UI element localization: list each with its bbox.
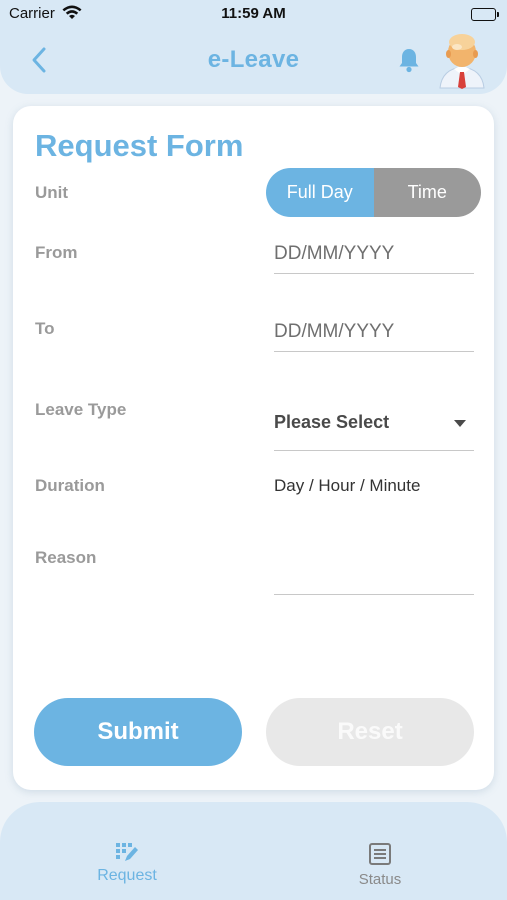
- user-avatar-icon: [439, 34, 485, 89]
- avatar[interactable]: [436, 33, 488, 89]
- app-title: e-Leave: [207, 46, 300, 73]
- tab-status-label: Status: [358, 871, 402, 888]
- from-date-input[interactable]: [274, 234, 474, 274]
- battery-icon: [471, 8, 499, 21]
- reason-input[interactable]: [274, 554, 474, 595]
- form-title: Request Form: [35, 128, 244, 163]
- tab-status[interactable]: Status: [320, 842, 440, 888]
- clock: 11:59 AM: [221, 5, 286, 22]
- caret-down-icon: [454, 420, 466, 427]
- app-header: e-Leave: [0, 30, 507, 94]
- submit-button[interactable]: Submit: [34, 698, 242, 766]
- leave-type-select[interactable]: Please Select: [274, 400, 474, 451]
- request-icon: [116, 843, 138, 861]
- notification-button[interactable]: [397, 47, 421, 73]
- request-form-card: Request Form Unit Full Day Time From To …: [13, 106, 494, 790]
- unit-option-time[interactable]: Time: [373, 168, 481, 217]
- to-label: To: [35, 319, 55, 338]
- leave-type-value: Please Select: [274, 412, 390, 432]
- unit-label: Unit: [35, 183, 69, 202]
- tab-request[interactable]: Request: [67, 842, 187, 885]
- duration-label: Duration: [35, 476, 105, 495]
- leave-type-label: Leave Type: [35, 400, 127, 419]
- bottom-tab-bar: Request Status: [0, 802, 507, 900]
- tab-request-label: Request: [97, 867, 157, 884]
- status-list-icon: [369, 843, 391, 865]
- status-bar: Carrier 11:59 AM: [0, 0, 507, 30]
- bell-icon: [399, 49, 419, 73]
- duration-value: Day / Hour / Minute: [274, 476, 421, 495]
- reset-button[interactable]: Reset: [266, 698, 474, 766]
- unit-toggle: Full Day Time: [266, 168, 481, 217]
- unit-option-full-day[interactable]: Full Day: [266, 168, 374, 217]
- reason-label: Reason: [35, 548, 97, 567]
- to-date-input[interactable]: [274, 312, 474, 352]
- from-label: From: [35, 243, 78, 262]
